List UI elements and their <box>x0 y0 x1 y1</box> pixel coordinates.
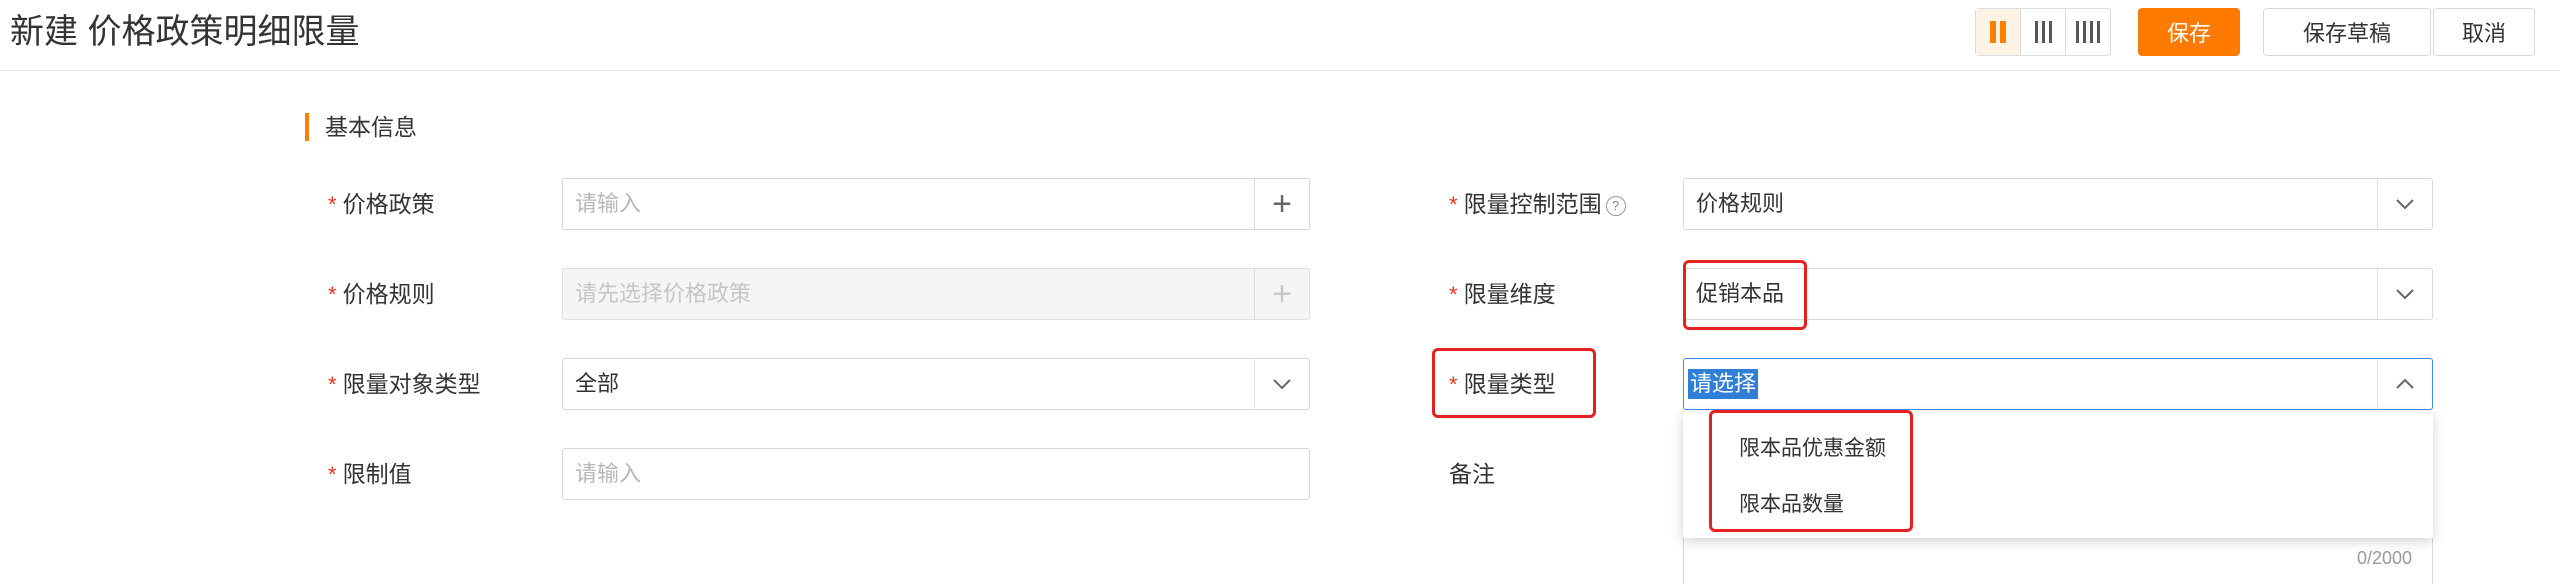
limit-type-placeholder: 请选择 <box>1688 369 1759 399</box>
required-mark: * <box>328 192 337 217</box>
price-policy-input[interactable]: 请输入 + <box>562 178 1310 230</box>
layout-switcher <box>1975 8 2111 56</box>
help-icon[interactable]: ? <box>1605 195 1626 216</box>
remark-label: 备注 <box>1449 461 1495 487</box>
limit-control-scope-select[interactable]: 价格规则 <box>1683 178 2433 230</box>
required-mark: * <box>328 462 337 487</box>
plus-icon: + <box>1254 269 1309 319</box>
price-rule-label: * 价格规则 <box>328 281 435 307</box>
highlight-box-limit-type <box>1432 348 1596 418</box>
save-draft-button[interactable]: 保存草稿 <box>2263 8 2431 56</box>
required-mark: * <box>1449 192 1458 217</box>
highlight-box-options <box>1709 410 1913 532</box>
price-policy-label: * 价格政策 <box>328 191 435 217</box>
price-policy-placeholder: 请输入 <box>575 191 642 216</box>
page-title: 新建 价格政策明细限量 <box>10 13 360 51</box>
layout-four-column-icon <box>2076 21 2100 43</box>
layout-three-column-icon <box>2034 21 2052 43</box>
chevron-down-icon[interactable] <box>2377 179 2432 229</box>
limit-object-type-label: * 限量对象类型 <box>328 371 481 397</box>
limit-object-type-value: 全部 <box>575 371 620 396</box>
price-rule-placeholder: 请先选择价格政策 <box>575 281 752 306</box>
layout-three-column-button[interactable] <box>2021 9 2066 55</box>
spacer <box>2431 8 2432 56</box>
limit-control-scope-label: * 限量控制范围? <box>1449 188 1626 221</box>
limit-object-type-select[interactable]: 全部 <box>562 358 1310 410</box>
highlight-box-dimension <box>1683 260 1807 330</box>
section-marker <box>305 113 309 141</box>
limit-value-placeholder: 请输入 <box>575 461 642 486</box>
layout-two-column-icon <box>1990 21 2006 43</box>
limit-value-label: * 限制值 <box>328 461 412 487</box>
save-button[interactable]: 保存 <box>2138 8 2240 56</box>
chevron-up-icon[interactable] <box>2377 359 2432 409</box>
header-divider <box>0 70 2560 71</box>
section-title: 基本信息 <box>325 114 417 140</box>
chevron-down-icon[interactable] <box>1254 359 1309 409</box>
remark-counter: 0/2000 <box>2356 548 2412 568</box>
layout-two-column-button[interactable] <box>1976 9 2021 55</box>
required-mark: * <box>1449 282 1458 307</box>
limit-value-input[interactable]: 请输入 <box>562 448 1310 500</box>
chevron-down-icon[interactable] <box>2377 269 2432 319</box>
limit-type-select[interactable]: 请选择 <box>1683 358 2433 410</box>
price-rule-input: 请先选择价格政策 + <box>562 268 1310 320</box>
remark-textarea[interactable]: 0/2000 <box>1683 538 2433 584</box>
required-mark: * <box>328 372 337 397</box>
cancel-button[interactable]: 取消 <box>2433 8 2535 56</box>
plus-icon[interactable]: + <box>1254 179 1309 229</box>
limit-control-scope-value: 价格规则 <box>1696 191 1785 216</box>
limit-dimension-label: * 限量维度 <box>1449 281 1556 307</box>
layout-four-column-button[interactable] <box>2066 9 2110 55</box>
required-mark: * <box>328 282 337 307</box>
